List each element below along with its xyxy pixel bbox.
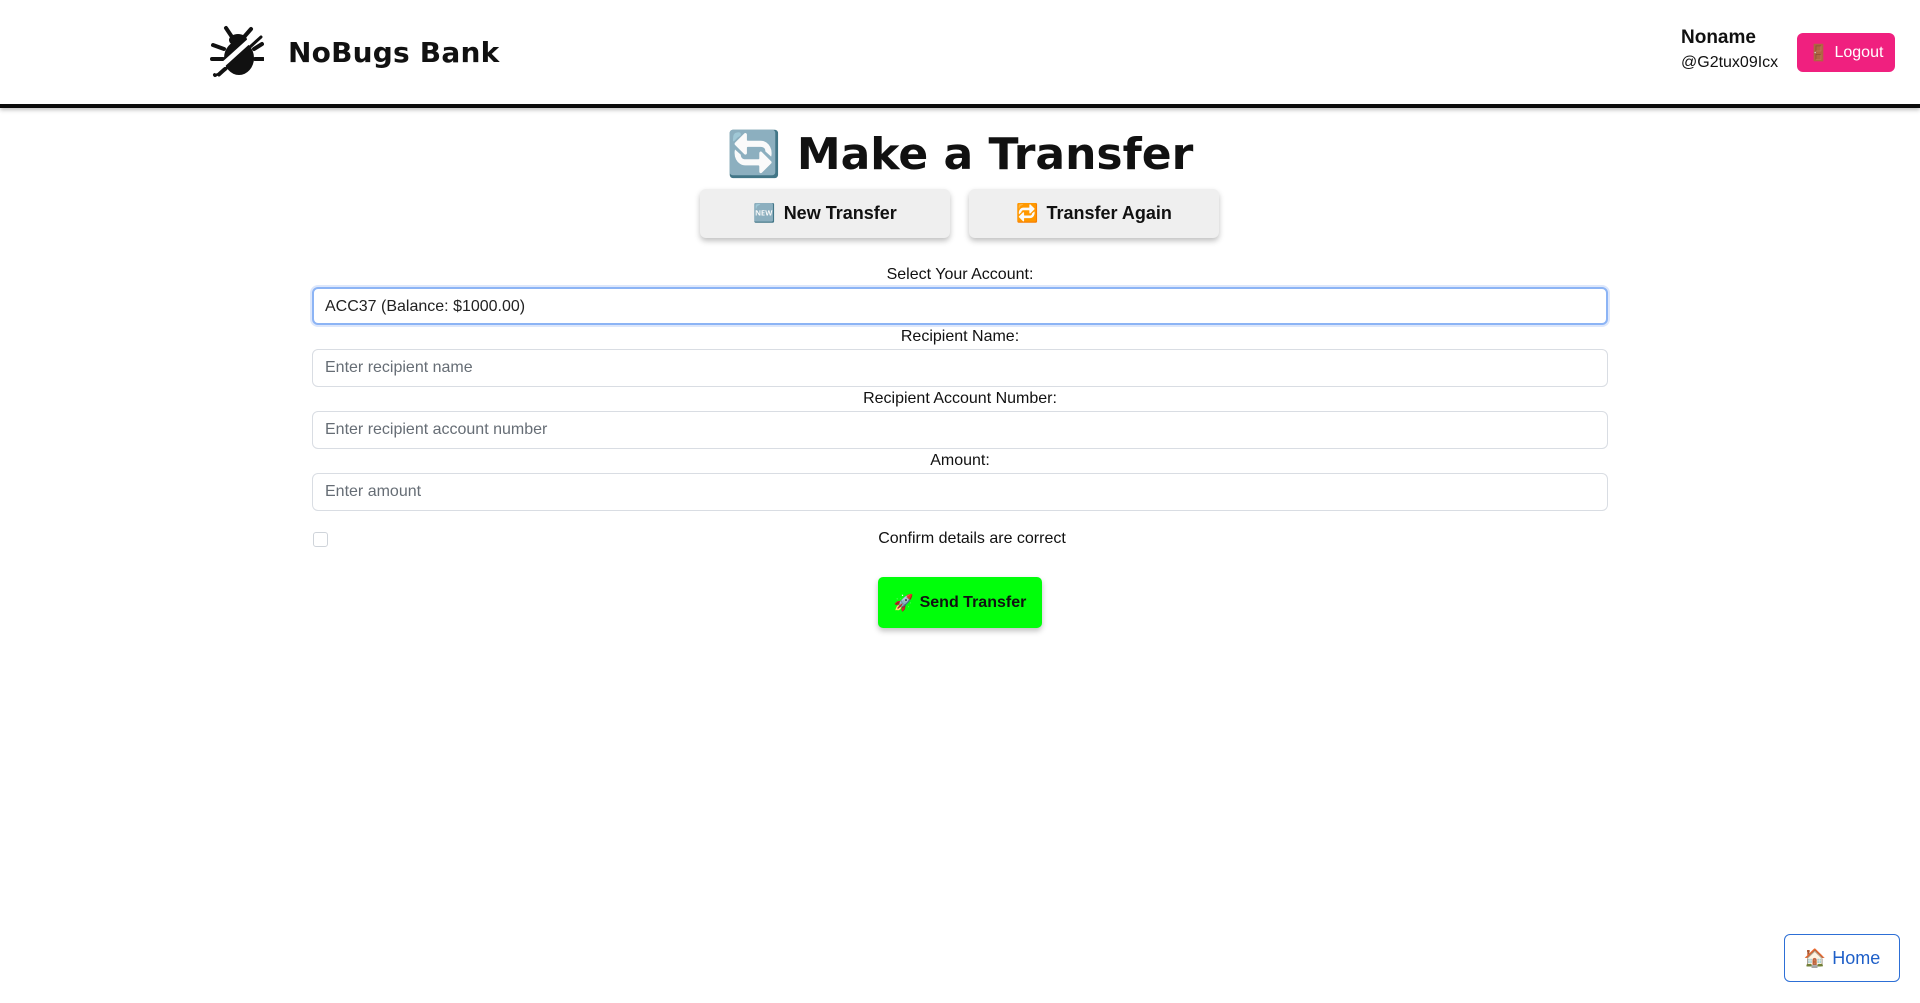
tab-label: New Transfer: [783, 203, 897, 223]
transfer-arrows-icon: 🔄: [726, 129, 782, 180]
new-icon: 🆕: [753, 203, 776, 223]
brand[interactable]: NoBugs Bank: [210, 24, 499, 80]
user-handle: @G2tux09Icx: [1681, 54, 1779, 71]
recipient-name-label: Recipient Name:: [900, 328, 1020, 345]
amount-input[interactable]: [312, 473, 1608, 511]
tab-transfer-again[interactable]: 🔁 Transfer Again: [969, 189, 1219, 238]
recipient-account-label: Recipient Account Number:: [863, 390, 1057, 407]
account-select-label: Select Your Account:: [886, 266, 1034, 283]
logout-button[interactable]: 🚪 Logout: [1797, 33, 1895, 72]
amount-label: Amount:: [930, 452, 990, 469]
tab-label: Transfer Again: [1046, 203, 1172, 223]
door-icon: 🚪: [1808, 44, 1829, 62]
recipient-account-input[interactable]: [312, 411, 1608, 449]
send-transfer-button[interactable]: 🚀 Send Transfer: [878, 577, 1042, 628]
house-icon: 🏠: [1803, 947, 1827, 968]
page-title-text: Make a Transfer: [796, 129, 1194, 180]
home-button[interactable]: 🏠 Home: [1784, 934, 1900, 982]
top-header: NoBugs Bank Noname @G2tux09Icx 🚪 Logout: [0, 0, 1920, 108]
repeat-icon: 🔁: [1016, 203, 1039, 223]
recipient-name-input[interactable]: [312, 349, 1608, 387]
send-transfer-label: Send Transfer: [919, 593, 1027, 611]
page-title: 🔄 Make a Transfer: [0, 122, 1920, 188]
brand-name: NoBugs Bank: [288, 35, 500, 69]
rocket-icon: 🚀: [893, 594, 914, 612]
user-name: Noname: [1681, 27, 1756, 48]
home-label: Home: [1832, 947, 1881, 968]
user-info: Noname @G2tux09Icx: [1681, 25, 1791, 81]
tab-new-transfer[interactable]: 🆕 New Transfer: [700, 189, 950, 238]
confirm-label: Confirm details are correct: [878, 530, 1066, 547]
account-select[interactable]: ACC37 (Balance: $1000.00): [312, 287, 1608, 325]
logout-label: Logout: [1834, 43, 1884, 61]
bug-logo-icon: [210, 25, 265, 79]
